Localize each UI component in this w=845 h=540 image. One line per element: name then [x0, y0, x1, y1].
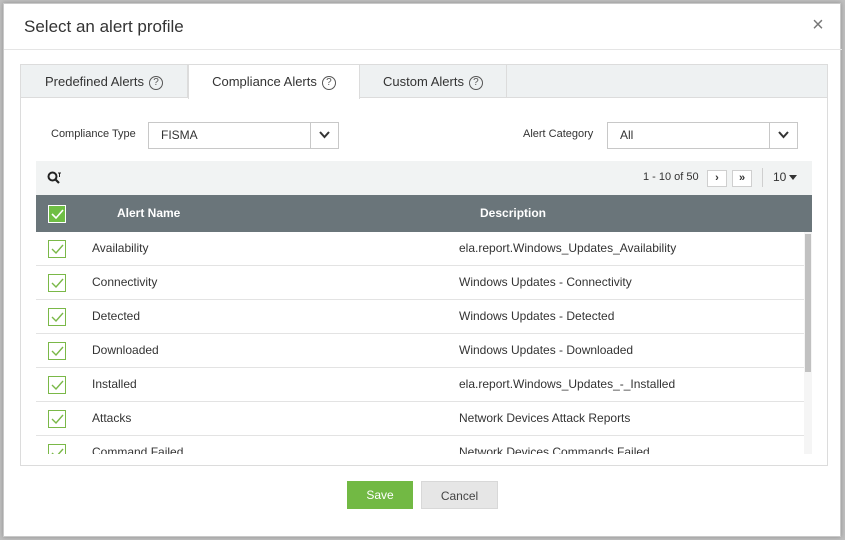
- tab-label: Predefined Alerts: [44, 74, 144, 89]
- alert-category-select[interactable]: All: [607, 122, 798, 149]
- alert-profile-dialog: Select an alert profile × Predefined Ale…: [3, 3, 842, 537]
- alert-name: Attacks: [92, 411, 132, 425]
- save-button[interactable]: Save: [347, 481, 413, 509]
- pager-divider: [762, 168, 763, 187]
- table-row[interactable]: Downloaded Windows Updates - Downloaded: [36, 334, 804, 368]
- help-icon[interactable]: ?: [468, 76, 483, 90]
- pager-range: 1 - 10 of 50: [643, 171, 699, 183]
- column-header-description[interactable]: Description: [480, 206, 546, 220]
- help-icon[interactable]: ?: [149, 76, 163, 90]
- page-size-value: 10: [773, 170, 787, 184]
- alert-description: Network Devices Attack Reports: [459, 411, 631, 425]
- tab-label: Compliance Alerts: [212, 74, 317, 89]
- page-size-select[interactable]: 10: [773, 170, 798, 184]
- tab-custom-alerts[interactable]: Custom Alerts?: [360, 65, 507, 98]
- table-row[interactable]: Connectivity Windows Updates - Connectiv…: [36, 266, 804, 300]
- dialog-title: Select an alert profile: [24, 17, 184, 36]
- row-checkbox[interactable]: [48, 342, 66, 360]
- alert-description: Network Devices Commands Failed: [459, 445, 650, 454]
- alert-name: Installed: [92, 377, 137, 391]
- last-page-button[interactable]: »: [732, 170, 752, 187]
- row-checkbox[interactable]: [48, 410, 66, 428]
- alerts-panel: Predefined Alerts? Compliance Alerts? Cu…: [20, 64, 828, 466]
- tab-bar: Predefined Alerts? Compliance Alerts? Cu…: [21, 65, 827, 99]
- table-row[interactable]: Installed ela.report.Windows_Updates_-_I…: [36, 368, 804, 402]
- help-icon[interactable]: ?: [321, 76, 336, 90]
- alert-description: ela.report.Windows_Updates_-_Installed: [459, 377, 676, 391]
- compliance-type-label: Compliance Type: [51, 128, 136, 140]
- grid-toolbar: 1 - 10 of 50 › » 10: [36, 161, 812, 195]
- row-checkbox[interactable]: [48, 240, 66, 258]
- alert-description: Windows Updates - Connectivity: [459, 275, 632, 289]
- chevron-down-icon: [310, 123, 338, 148]
- scrollbar-thumb[interactable]: [805, 234, 811, 372]
- alert-name: Detected: [92, 309, 141, 323]
- tab-compliance-alerts[interactable]: Compliance Alerts?: [188, 65, 360, 99]
- table-row[interactable]: Availability ela.report.Windows_Updates_…: [36, 232, 804, 266]
- alert-name: Availability: [92, 241, 149, 255]
- alert-name: Connectivity: [92, 275, 158, 289]
- alert-category-value: All: [620, 128, 634, 142]
- close-icon[interactable]: ×: [808, 15, 828, 35]
- next-page-button[interactable]: ›: [707, 170, 727, 187]
- row-checkbox[interactable]: [48, 274, 66, 292]
- search-icon[interactable]: [47, 171, 63, 185]
- table-row[interactable]: Detected Windows Updates - Detected: [36, 300, 804, 334]
- row-checkbox[interactable]: [48, 444, 66, 454]
- table-row[interactable]: Attacks Network Devices Attack Reports: [36, 402, 804, 436]
- alert-name: Command Failed: [92, 445, 184, 454]
- table-row[interactable]: Command Failed Network Devices Commands …: [36, 436, 804, 454]
- row-checkbox[interactable]: [48, 308, 66, 326]
- cancel-button[interactable]: Cancel: [421, 481, 498, 509]
- alert-category-label: Alert Category: [523, 128, 594, 140]
- column-header-alert-name[interactable]: Alert Name: [117, 206, 180, 220]
- alert-name: Downloaded: [92, 343, 159, 357]
- alert-description: Windows Updates - Detected: [459, 309, 615, 323]
- alert-description: Windows Updates - Downloaded: [459, 343, 634, 357]
- chevron-down-icon: [769, 123, 797, 148]
- compliance-type-select[interactable]: FISMA: [148, 122, 339, 149]
- row-checkbox[interactable]: [48, 376, 66, 394]
- compliance-type-value: FISMA: [161, 128, 198, 142]
- tab-label: Custom Alerts: [383, 74, 464, 89]
- alert-description: ela.report.Windows_Updates_Availability: [459, 241, 677, 255]
- dialog-header: Select an alert profile ×: [4, 4, 842, 50]
- tab-predefined-alerts[interactable]: Predefined Alerts?: [21, 65, 188, 98]
- select-all-checkbox[interactable]: [48, 205, 66, 223]
- caret-down-icon: [789, 175, 798, 180]
- alerts-table-body: Availability ela.report.Windows_Updates_…: [36, 232, 812, 454]
- table-header: Alert Name Description: [36, 195, 812, 232]
